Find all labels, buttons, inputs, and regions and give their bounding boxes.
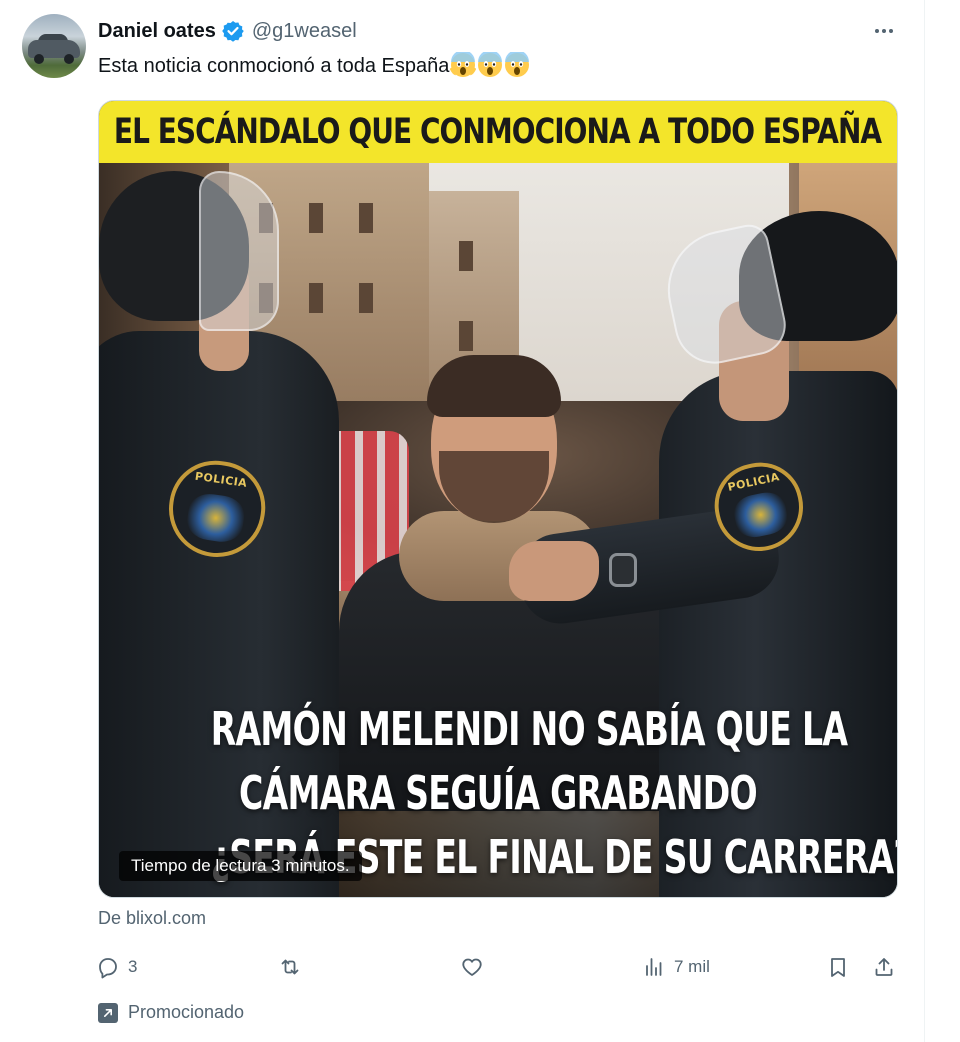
banner-text: EL ESCÁNDALO QUE CONMOCIONA A TODO ESPAÑ… xyxy=(114,112,882,152)
like-icon xyxy=(462,958,482,976)
views-button[interactable]: 7 mil xyxy=(642,950,710,984)
reply-icon xyxy=(99,958,117,979)
link-card[interactable]: POLICIA POLICIA EL ESCÁNDALO QUE CONMOCI xyxy=(98,100,898,898)
share-button[interactable] xyxy=(872,950,896,984)
headline-line-2: CÁMARA SEGUÍA GRABANDO xyxy=(239,766,758,820)
retweet-icon xyxy=(281,959,299,975)
views-count: 7 mil xyxy=(674,957,710,976)
headline-line-1: RAMÓN MELENDI NO SABÍA QUE LA xyxy=(210,702,848,756)
verified-badge-icon[interactable] xyxy=(222,20,244,42)
column-divider xyxy=(924,0,925,1042)
tweet-body: Esta noticia conmocionó a toda España xyxy=(98,55,450,77)
user-handle[interactable]: @g1weasel xyxy=(252,20,357,43)
bookmark-icon xyxy=(831,958,845,977)
card-source[interactable]: De blixol.com xyxy=(98,908,206,929)
reply-button[interactable]: 3 xyxy=(96,950,137,984)
more-icon[interactable] xyxy=(868,18,900,44)
scream-face-icon xyxy=(477,50,503,78)
promoted-text: Promocionado xyxy=(128,1002,245,1022)
tweet-text: Esta noticia conmocionó a toda España xyxy=(98,50,530,80)
share-icon xyxy=(875,958,893,976)
scream-face-icon xyxy=(504,50,530,78)
like-button[interactable] xyxy=(460,950,492,984)
card-image[interactable]: POLICIA POLICIA EL ESCÁNDALO QUE CONMOCI xyxy=(99,101,897,897)
read-time-badge: Tiempo de lectura 3 minutos. xyxy=(119,851,362,881)
scream-face-icon xyxy=(449,50,477,78)
promoted-arrow-icon xyxy=(98,1002,118,1023)
tweet-header: Daniel oates @g1weasel xyxy=(98,18,357,44)
bookmark-button[interactable] xyxy=(826,950,850,984)
display-name[interactable]: Daniel oates xyxy=(98,20,216,43)
retweet-button[interactable] xyxy=(278,950,310,984)
reply-count: 3 xyxy=(128,957,138,976)
tweet[interactable]: Daniel oates @g1weasel Esta noticia conm… xyxy=(0,0,924,1042)
views-icon xyxy=(646,958,662,976)
image-banner: EL ESCÁNDALO QUE CONMOCIONA A TODO ESPAÑ… xyxy=(99,101,897,163)
action-bar: 3 7 mil xyxy=(96,950,906,984)
promoted-label[interactable]: Promocionado xyxy=(98,1002,244,1023)
avatar[interactable] xyxy=(22,14,86,78)
